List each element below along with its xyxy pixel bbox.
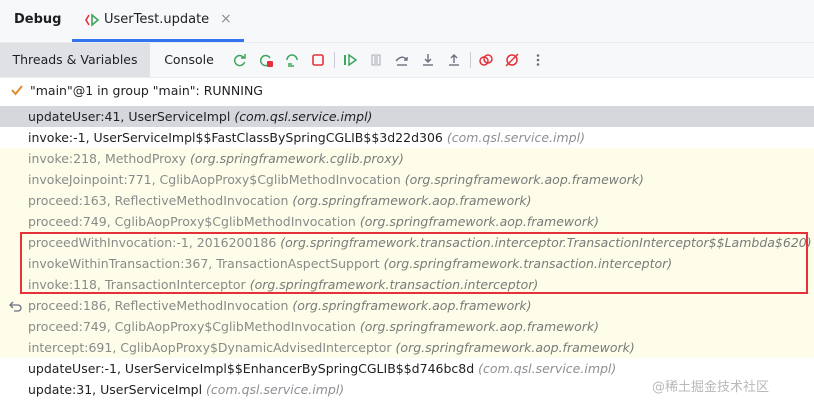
frame-method: invokeWithinTransaction:367, Transaction… [28, 256, 384, 271]
frame-method: proceed:186, ReflectiveMethodInvocation [28, 298, 293, 313]
stop-rerun-icon[interactable] [258, 52, 274, 68]
resume-icon[interactable] [342, 52, 358, 68]
stop-icon[interactable] [310, 52, 326, 68]
stack-frame-text: proceedWithInvocation:-1, 2016200186 (or… [28, 232, 812, 253]
stack-frame-text: proceed:749, CglibAopProxy$CglibMethodIn… [28, 316, 599, 337]
tab-threads-variables-label: Threads & Variables [12, 52, 138, 67]
frame-package: (org.springframework.transaction.interce… [249, 277, 539, 292]
frame-method: updateUser:-1, UserServiceImpl$$Enhancer… [28, 361, 479, 376]
frame-method: invokeJoinpoint:771, CglibAopProxy$Cglib… [28, 172, 405, 187]
stack-frame-row[interactable]: proceed:186, ReflectiveMethodInvocation … [0, 295, 814, 316]
stack-frame-row[interactable]: invokeJoinpoint:771, CglibAopProxy$Cglib… [0, 169, 814, 190]
frames-list: updateUser:41, UserServiceImpl (com.qsl.… [0, 106, 814, 400]
toolbar-separator [470, 52, 471, 68]
run-config-icon [84, 12, 100, 32]
frame-method: invoke:218, MethodProxy [28, 151, 191, 166]
stack-frame-row[interactable]: proceedWithInvocation:-1, 2016200186 (or… [0, 232, 814, 253]
stack-frame-text: proceed:749, CglibAopProxy$CglibMethodIn… [28, 211, 599, 232]
toolbar-separator [334, 52, 335, 68]
frame-package: (com.qsl.service.impl) [446, 130, 585, 145]
stack-frame-row[interactable]: invokeWithinTransaction:367, Transaction… [0, 253, 814, 274]
stack-frame-row[interactable]: invoke:218, MethodProxy (org.springframe… [0, 148, 814, 169]
debug-toolbar: Threads & Variables Console [0, 43, 814, 78]
stack-frame-row[interactable]: invoke:-1, UserServiceImpl$$FastClassByS… [0, 127, 814, 148]
stack-frame-text: intercept:691, CglibAopProxy$DynamicAdvi… [28, 337, 635, 358]
stack-frame-text: updateUser:41, UserServiceImpl (com.qsl.… [28, 106, 372, 127]
frame-package: (org.springframework.aop.framework) [292, 193, 532, 208]
frame-package: (org.springframework.aop.framework) [404, 172, 644, 187]
frame-method: invoke:-1, UserServiceImpl$$FastClassByS… [28, 130, 447, 145]
frame-method: proceed:749, CglibAopProxy$CglibMethodIn… [28, 319, 360, 334]
frame-method: update:31, UserServiceImpl [28, 382, 207, 397]
pause-icon[interactable] [368, 52, 384, 68]
frame-method: intercept:691, CglibAopProxy$DynamicAdvi… [28, 340, 396, 355]
rerun-failed-icon[interactable] [284, 52, 300, 68]
tab-label: UserTest.update [104, 12, 210, 27]
step-out-icon[interactable] [446, 52, 462, 68]
frame-package: (org.springframework.transaction.interce… [280, 235, 812, 250]
close-icon[interactable]: × [220, 11, 232, 27]
frame-package: (org.springframework.cglib.proxy) [190, 151, 404, 166]
stack-frame-text: invoke:218, MethodProxy (org.springframe… [28, 148, 404, 169]
debug-tool-window-header: Debug UserTest.update × [0, 0, 814, 43]
watermark: @稀土掘金技术社区 [652, 380, 770, 395]
stack-frame-text: invokeJoinpoint:771, CglibAopProxy$Cglib… [28, 169, 644, 190]
stack-frame-text: proceed:186, ReflectiveMethodInvocation … [28, 295, 532, 316]
frame-package: (com.qsl.service.impl) [478, 361, 617, 376]
thread-label: "main"@1 in group "main": RUNNING [30, 83, 263, 98]
frame-package: (org.springframework.aop.framework) [359, 319, 600, 334]
stack-frame-text: invoke:-1, UserServiceImpl$$FastClassByS… [28, 127, 585, 148]
stack-frame-row[interactable]: updateUser:41, UserServiceImpl (com.qsl.… [0, 106, 814, 127]
frame-package: (com.qsl.service.impl) [206, 382, 345, 397]
frame-method: proceedWithInvocation:-1, 2016200186 [28, 235, 281, 250]
step-into-icon[interactable] [420, 52, 436, 68]
step-over-icon[interactable] [394, 52, 410, 68]
stack-frame-row[interactable]: invoke:118, TransactionInterceptor (org.… [0, 274, 814, 295]
frame-package: (com.qsl.service.impl) [234, 109, 373, 124]
frame-method: updateUser:41, UserServiceImpl [28, 109, 235, 124]
frame-package: (org.springframework.aop.framework) [292, 298, 532, 313]
rerun-icon[interactable] [232, 52, 248, 68]
view-breakpoints-icon[interactable] [478, 52, 494, 68]
stack-frame-text: proceed:163, ReflectiveMethodInvocation … [28, 190, 532, 211]
mute-breakpoints-icon[interactable] [504, 52, 520, 68]
restart-frame-icon [9, 298, 23, 316]
stack-frame-text: update:31, UserServiceImpl (com.qsl.serv… [28, 379, 344, 400]
frame-package: (org.springframework.aop.framework) [359, 214, 600, 229]
tab-usertest-update[interactable]: UserTest.update × [72, 0, 244, 42]
checkmark-icon [10, 83, 24, 100]
tool-window-title: Debug [14, 12, 62, 27]
tab-threads-variables[interactable]: Threads & Variables [0, 43, 150, 77]
stack-frame-text: updateUser:-1, UserServiceImpl$$Enhancer… [28, 358, 616, 379]
frame-method: invoke:118, TransactionInterceptor [28, 277, 250, 292]
frame-package: (org.springframework.transaction.interce… [383, 256, 673, 271]
tab-console-label: Console [164, 52, 214, 67]
stack-frame-text: invokeWithinTransaction:367, Transaction… [28, 253, 672, 274]
more-icon[interactable] [530, 52, 546, 68]
tab-console[interactable]: Console [152, 43, 226, 77]
stack-frame-row[interactable]: intercept:691, CglibAopProxy$DynamicAdvi… [0, 337, 814, 358]
frame-method: proceed:749, CglibAopProxy$CglibMethodIn… [28, 214, 360, 229]
frame-method: proceed:163, ReflectiveMethodInvocation [28, 193, 293, 208]
stack-frame-row[interactable]: proceed:163, ReflectiveMethodInvocation … [0, 190, 814, 211]
frame-package: (org.springframework.aop.framework) [395, 340, 635, 355]
stack-frame-row[interactable]: proceed:749, CglibAopProxy$CglibMethodIn… [0, 211, 814, 232]
stack-frame-row[interactable]: proceed:749, CglibAopProxy$CglibMethodIn… [0, 316, 814, 337]
thread-selector[interactable]: "main"@1 in group "main": RUNNING [0, 80, 814, 102]
stack-frame-text: invoke:118, TransactionInterceptor (org.… [28, 274, 538, 295]
